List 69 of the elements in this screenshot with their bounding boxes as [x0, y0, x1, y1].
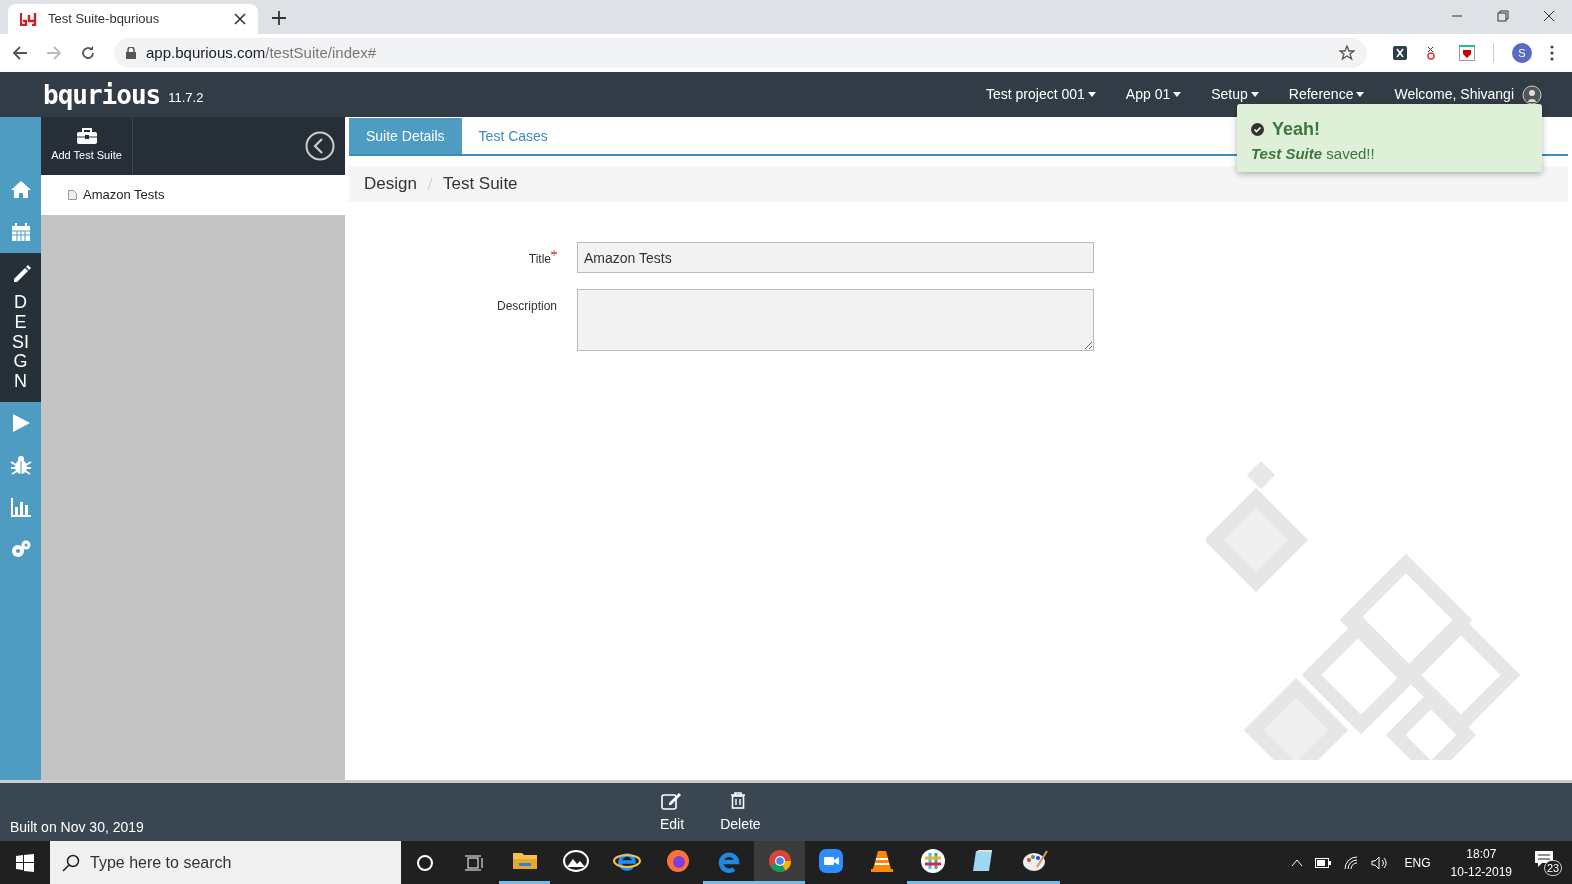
- speaker-icon[interactable]: [1370, 855, 1389, 870]
- description-field[interactable]: [577, 289, 1094, 351]
- caret-icon: [1250, 92, 1259, 97]
- menu-dropdown[interactable]: Setup: [1211, 84, 1259, 105]
- clock[interactable]: 18:07 10-12-2019: [1450, 844, 1512, 881]
- title-field[interactable]: Amazon Tests: [577, 242, 1094, 273]
- version-label: 11.7.2: [168, 88, 204, 107]
- shield-icon[interactable]: [1459, 45, 1475, 61]
- toast-message: Test Suite saved!!: [1251, 144, 1376, 164]
- chevron-up-icon[interactable]: [1290, 858, 1303, 867]
- field-label: Title: [349, 242, 577, 268]
- taskbar-app[interactable]: [754, 841, 805, 884]
- back-icon[interactable]: [12, 45, 28, 61]
- caret-icon: [1173, 92, 1182, 97]
- menu-dropdown[interactable]: Test project 001: [986, 84, 1096, 105]
- breadcrumb-item: Test Suite: [442, 173, 518, 196]
- close-icon[interactable]: [1543, 10, 1555, 22]
- video-camera-icon: [816, 847, 845, 875]
- mountain-icon: [561, 847, 590, 875]
- language-indicator[interactable]: ENG: [1404, 853, 1431, 872]
- bar-chart-icon: [9, 496, 32, 518]
- star-icon[interactable]: [1339, 45, 1355, 61]
- hash-grid-icon: [918, 847, 947, 875]
- caret-icon: [1087, 92, 1096, 97]
- wifi-icon[interactable]: [1342, 855, 1359, 870]
- settings-icon: [9, 538, 32, 560]
- breadcrumb-item[interactable]: Design: [364, 171, 417, 197]
- field-label: Description: [495, 298, 558, 315]
- restore-icon[interactable]: [1497, 10, 1509, 22]
- tab-title: Test Suite-bqurious: [48, 10, 161, 29]
- battery-icon[interactable]: [1314, 857, 1331, 868]
- address-bar[interactable]: app.bqurious.com/testSuite/index#: [114, 38, 1367, 68]
- toast-title: Yeah!: [1272, 118, 1321, 141]
- breadcrumb-separator-icon: [426, 177, 433, 191]
- taskbar-search-field[interactable]: Type here to search: [50, 841, 401, 884]
- cortana-icon[interactable]: [416, 853, 434, 872]
- new-tab-icon[interactable]: [272, 11, 286, 25]
- user-avatar-icon: [1522, 84, 1542, 105]
- app-logo: bqurious: [43, 81, 161, 108]
- nav-label: DESIGN: [11, 293, 30, 392]
- menu-dropdown[interactable]: App 01: [1125, 84, 1182, 105]
- browser-tab[interactable]: Test Suite-bqurious: [8, 4, 258, 34]
- lock-icon: [126, 47, 136, 59]
- url-text: app.bqurious.com/testSuite/index#: [146, 42, 378, 63]
- windows-start-icon[interactable]: [16, 853, 34, 872]
- extension-icon[interactable]: [1393, 46, 1407, 60]
- edit-button[interactable]: Edit: [660, 791, 685, 835]
- delete-button[interactable]: Delete: [720, 791, 761, 835]
- menu-dropdown[interactable]: Reference: [1288, 84, 1365, 105]
- nav-item[interactable]: DESIGN: [0, 253, 41, 402]
- reload-icon[interactable]: [80, 45, 96, 61]
- task-view-icon[interactable]: [464, 854, 484, 871]
- bug-icon: [9, 454, 32, 476]
- edit-icon: [661, 791, 684, 811]
- file-icon: [68, 189, 77, 200]
- search-icon: [62, 853, 80, 872]
- app-logo-icon: [20, 12, 38, 26]
- close-icon[interactable]: [234, 13, 246, 25]
- welcome-text: Welcome, Shivangi: [1394, 85, 1514, 104]
- calendar-icon: [9, 221, 32, 243]
- more-icon[interactable]: [1550, 45, 1554, 61]
- notification-count: 23: [1544, 859, 1563, 876]
- collapse-icon[interactable]: [305, 131, 335, 161]
- profile-avatar[interactable]: S: [1512, 43, 1532, 63]
- build-info: Built on Nov 30, 2019: [10, 818, 144, 837]
- caret-icon: [1356, 92, 1365, 97]
- check-circle-icon: [1251, 123, 1264, 136]
- home-icon: [9, 179, 32, 201]
- briefcase-icon: [76, 128, 97, 145]
